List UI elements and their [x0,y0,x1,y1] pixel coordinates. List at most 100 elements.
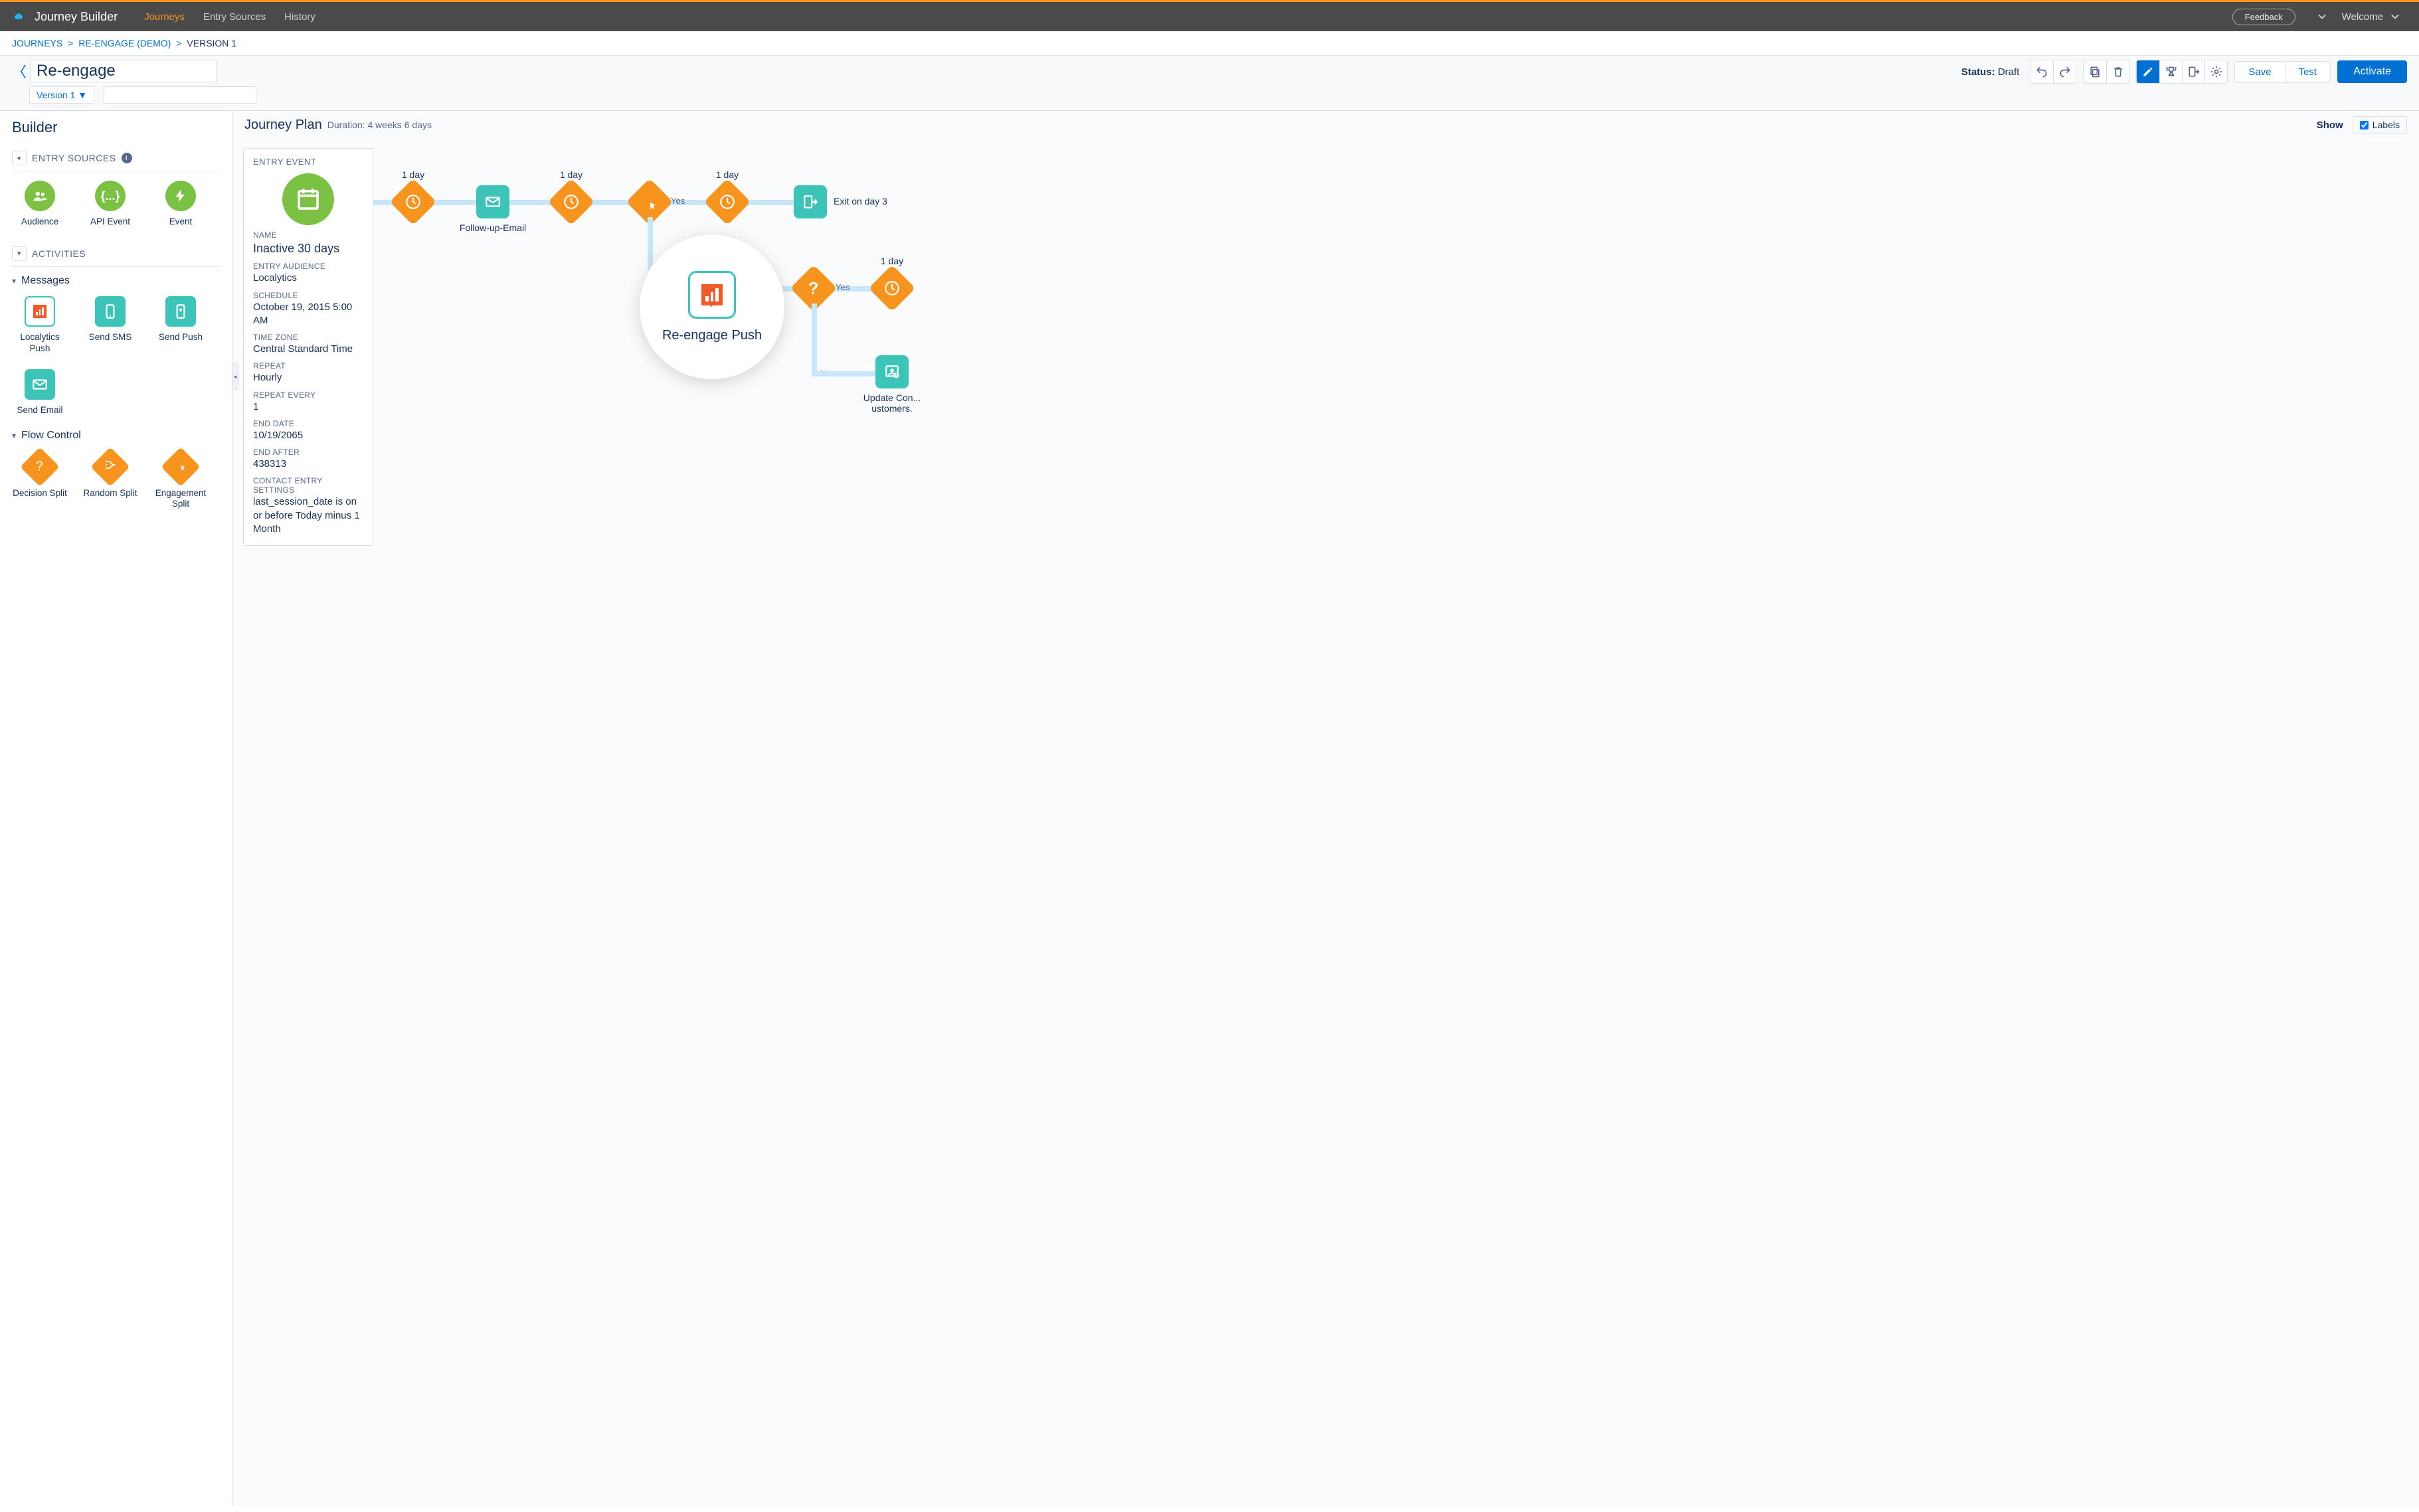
builder-sidebar: Builder ▾ ENTRY SOURCES i Audience {...}… [0,111,232,1506]
field-label: REPEAT [253,361,363,371]
node-update-contact[interactable]: Update Con... ustomers. [875,355,909,388]
tile-send-email[interactable]: Send Email [12,369,68,416]
subsection-messages[interactable]: ▾ Messages [12,275,220,287]
subsection-flow-control[interactable]: ▾ Flow Control [12,430,220,442]
node-wait-4[interactable]: 1 day [875,272,909,305]
save-button[interactable]: Save [2235,62,2284,82]
tile-send-push[interactable]: Send Push [153,296,209,355]
node-decision-split[interactable]: ? [797,272,830,305]
tile-audience[interactable]: Audience [12,181,68,228]
edit-mode-button[interactable] [2137,60,2159,83]
subsection-label: Messages [21,275,70,287]
node-follow-up-email[interactable]: Follow-up-Email [476,185,509,218]
title-toolbar: 〈 Version 1 ▼ Status: Draft Save Test Ac… [0,56,2419,111]
node-wait-2[interactable]: 1 day [555,185,588,218]
breadcrumb: JOURNEYS > RE-ENGAGE (DEMO) > VERSION 1 [0,31,2419,56]
version-selector[interactable]: Version 1 ▼ [29,86,94,104]
field-label: REPEAT EVERY [253,390,363,400]
trash-icon [2111,65,2125,78]
feedback-button[interactable]: Feedback [2232,9,2295,25]
node-exit[interactable] [794,185,827,218]
redo-button[interactable] [2053,60,2076,83]
field-label: TIME ZONE [253,333,363,342]
exit-button[interactable] [2182,60,2204,83]
exit-icon [794,185,827,218]
journey-description-input[interactable] [104,86,256,104]
salesforce-cloud-logo [11,11,28,23]
field-value: Central Standard Time [253,343,363,356]
node-engagement-split[interactable] [633,185,666,218]
decision-split-icon: ? [20,447,59,486]
nav-journeys[interactable]: Journeys [144,11,185,23]
gear-icon [2210,65,2223,78]
section-entry-sources[interactable]: ▾ ENTRY SOURCES i [12,145,220,171]
chevron-down-icon: ▾ [12,246,27,261]
entry-event-card[interactable]: ENTRY EVENT NAME Inactive 30 days ENTRY … [243,148,373,546]
labels-checkbox-text: Labels [2373,120,2400,130]
sidebar-collapse-handle[interactable]: ◂ [232,363,238,390]
tile-api-event[interactable]: {...} API Event [82,181,138,228]
app-title: Journey Builder [35,10,118,24]
tile-event[interactable]: Event [153,181,209,228]
tile-engagement-split[interactable]: Engagement Split [153,451,209,511]
subsection-label: Flow Control [21,430,81,442]
labels-checkbox[interactable]: Labels [2353,116,2407,133]
show-label: Show [2317,120,2343,131]
push-icon [165,296,196,327]
field-label: NAME [253,230,363,240]
activate-button[interactable]: Activate [2337,60,2407,83]
context-dropdown[interactable] [2315,10,2329,23]
node-wait-3[interactable]: 1 day [711,185,744,218]
breadcrumb-journeys[interactable]: JOURNEYS [12,38,62,48]
pencil-icon [2141,65,2155,78]
field-value: Localytics [253,272,363,285]
top-nav: Journeys Entry Sources History [144,11,2232,23]
edge [812,303,817,374]
section-label: ACTIVITIES [32,248,86,259]
tile-label: Send SMS [89,332,132,343]
redo-icon [2058,65,2072,78]
email-icon [476,185,509,218]
settings-button[interactable] [2204,60,2227,83]
node-top-label: 1 day [687,169,767,180]
calendar-icon [282,173,334,225]
section-activities[interactable]: ▾ ACTIVITIES [12,241,220,267]
clock-icon [869,265,916,312]
chevron-down-icon: ▾ [12,431,16,440]
tile-label: Audience [21,216,58,228]
copy-button[interactable] [2084,60,2106,83]
tile-label: Send Email [17,405,62,416]
tile-random-split[interactable]: Random Split [82,451,138,511]
breadcrumb-reengage[interactable]: RE-ENGAGE (DEMO) [78,38,171,48]
test-button[interactable]: Test [2285,62,2331,82]
entry-event-heading: ENTRY EVENT [253,157,363,167]
node-wait-1[interactable]: 1 day [397,185,430,218]
welcome-dropdown[interactable]: Welcome [2342,10,2402,23]
undo-button[interactable] [2030,60,2053,83]
info-icon[interactable]: i [122,153,132,163]
localytics-icon [25,296,55,327]
tile-label: Localytics Push [12,332,68,355]
goals-button[interactable] [2159,60,2182,83]
journey-name-input[interactable] [31,60,217,82]
random-split-icon [90,447,130,486]
nav-entry-sources[interactable]: Entry Sources [203,11,266,23]
node-reengage-push-callout[interactable]: Re-engage Push [639,234,785,380]
delete-button[interactable] [2106,60,2129,83]
email-icon [25,369,55,400]
tile-localytics-push[interactable]: Localytics Push [12,296,68,355]
nav-history[interactable]: History [284,11,315,23]
sms-icon [95,296,126,327]
tile-label: Event [169,216,193,228]
audience-icon [25,181,55,211]
exit-icon [2187,65,2200,78]
field-value: 438313 [253,458,363,471]
status-label: Status: Draft [1961,66,2020,78]
trophy-icon [2165,65,2178,78]
journey-canvas[interactable]: ◂ ENTRY EVENT NAME Inactive 30 days ENTR… [232,137,2419,1506]
labels-checkbox-input[interactable] [2360,121,2369,129]
field-label: SCHEDULE [253,291,363,300]
back-chevron-icon[interactable]: 〈 [12,60,27,82]
tile-send-sms[interactable]: Send SMS [82,296,138,355]
tile-decision-split[interactable]: ? Decision Split [12,451,68,511]
